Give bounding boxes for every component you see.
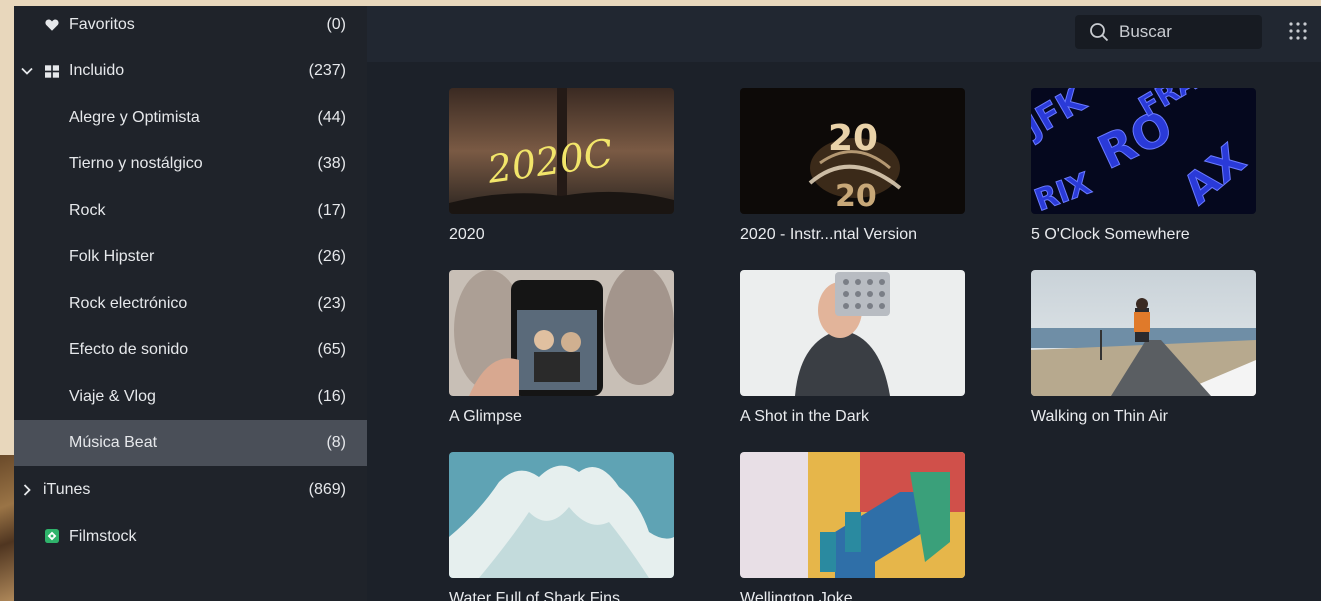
media-library-window: Favoritos (0) Incluido (237) Alegre y Op… [14,6,1321,601]
sidebar-item-efecto-de-sonido[interactable]: Efecto de sonido (65) [14,327,367,373]
sidebar-item-count: (0) [326,16,346,33]
sidebar-item-tierno-y-nostalgico[interactable]: Tierno y nostálgico (38) [14,141,367,187]
sidebar-item-viaje-vlog[interactable]: Viaje & Vlog (16) [14,374,367,420]
sidebar-item-label: Música Beat [69,434,158,451]
sidebar-item-label: Favoritos [69,16,135,33]
track-title: Water Full of Shark Fins [449,590,621,601]
sidebar-item-count: (17) [317,202,346,219]
svg-text:20: 20 [835,179,877,214]
sidebar-item-alegre-y-optimista[interactable]: Alegre y Optimista (44) [14,95,367,141]
track-tile-water-full-of-shark-fins[interactable]: Water Full of Shark Fins [449,452,674,601]
sidebar-item-label: Incluido [69,62,125,79]
search-input[interactable]: Buscar [1075,15,1262,49]
sidebar-item-label: Efecto de sonido [69,341,189,358]
track-tile-a-shot-in-the-dark[interactable]: A Shot in the Dark [740,270,965,426]
track-thumbnail: 20 20 [740,88,965,214]
track-title: A Shot in the Dark [740,408,869,425]
track-title: 2020 [449,226,485,243]
sidebar-item-count: (237) [308,62,346,79]
sidebar: Favoritos (0) Incluido (237) Alegre y Op… [14,6,367,601]
sidebar-item-label: iTunes [43,481,91,498]
sidebar-item-count: (23) [317,295,346,312]
track-tile-2020[interactable]: 2020C 2020 [449,88,674,244]
sidebar-item-folk-hipster[interactable]: Folk Hipster (26) [14,234,367,280]
track-title: 2020 - Instr...ntal Version [740,226,917,243]
filmstock-icon [45,529,59,543]
track-thumbnail [449,270,674,396]
track-tile-2020-instrumental[interactable]: 20 20 2020 - Instr...ntal Version [740,88,965,244]
track-tile-5-oclock-somewhere[interactable]: JFK RO AX RIX FRA 5 O'Clock Somewhere [1031,88,1256,244]
sidebar-item-label: Folk Hipster [69,248,155,265]
sidebar-item-rock-electronico[interactable]: Rock electrónico (23) [14,281,367,327]
sidebar-item-label: Filmstock [69,528,137,545]
sidebar-item-filmstock[interactable]: Filmstock [14,514,367,560]
search-placeholder: Buscar [1119,22,1172,41]
sidebar-item-count: (26) [317,248,346,265]
track-tile-walking-on-thin-air[interactable]: Walking on Thin Air [1031,270,1256,426]
sidebar-item-count: (16) [317,388,346,405]
sidebar-item-incluido[interactable]: Incluido (237) [14,48,367,94]
grid-icon [45,64,59,78]
track-title: Walking on Thin Air [1031,408,1168,425]
sidebar-item-label: Rock [69,202,106,219]
track-title: 5 O'Clock Somewhere [1031,226,1190,243]
track-title: Wellington Joke [740,590,853,601]
sidebar-item-count: (869) [308,481,346,498]
sidebar-item-musica-beat[interactable]: Música Beat (8) [14,420,367,466]
sidebar-item-favoritos[interactable]: Favoritos (0) [14,6,367,48]
track-tile-wellington-joke[interactable]: Wellington Joke [740,452,965,601]
sidebar-item-count: (8) [326,434,346,451]
track-thumbnail: 2020C [449,88,674,214]
media-grid-panel: Buscar 2020C 2020 20 20 2020 - Instr...n… [367,6,1321,601]
sidebar-item-count: (44) [317,109,346,126]
sidebar-item-label: Alegre y Optimista [69,109,200,126]
svg-text:20: 20 [828,118,878,159]
sidebar-item-label: Viaje & Vlog [69,388,156,405]
track-thumbnail: JFK RO AX RIX FRA [1031,88,1256,214]
track-thumbnail [740,452,965,578]
sidebar-item-rock[interactable]: Rock (17) [14,188,367,234]
heart-icon [45,18,59,32]
sidebar-item-count: (65) [317,341,346,358]
track-title: A Glimpse [449,408,522,425]
track-tile-a-glimpse[interactable]: A Glimpse [449,270,674,426]
track-thumbnail [449,452,674,578]
sidebar-item-label: Tierno y nostálgico [69,155,203,172]
chevron-down-icon[interactable] [20,64,34,78]
sidebar-item-count: (38) [317,155,346,172]
track-thumbnail [740,270,965,396]
chevron-right-icon[interactable] [20,483,34,497]
grid-dots-icon[interactable] [1287,20,1309,42]
sidebar-item-label: Rock electrónico [69,295,188,312]
search-icon [1090,23,1109,42]
sidebar-item-itunes[interactable]: iTunes (869) [14,467,367,513]
track-thumbnail [1031,270,1256,396]
